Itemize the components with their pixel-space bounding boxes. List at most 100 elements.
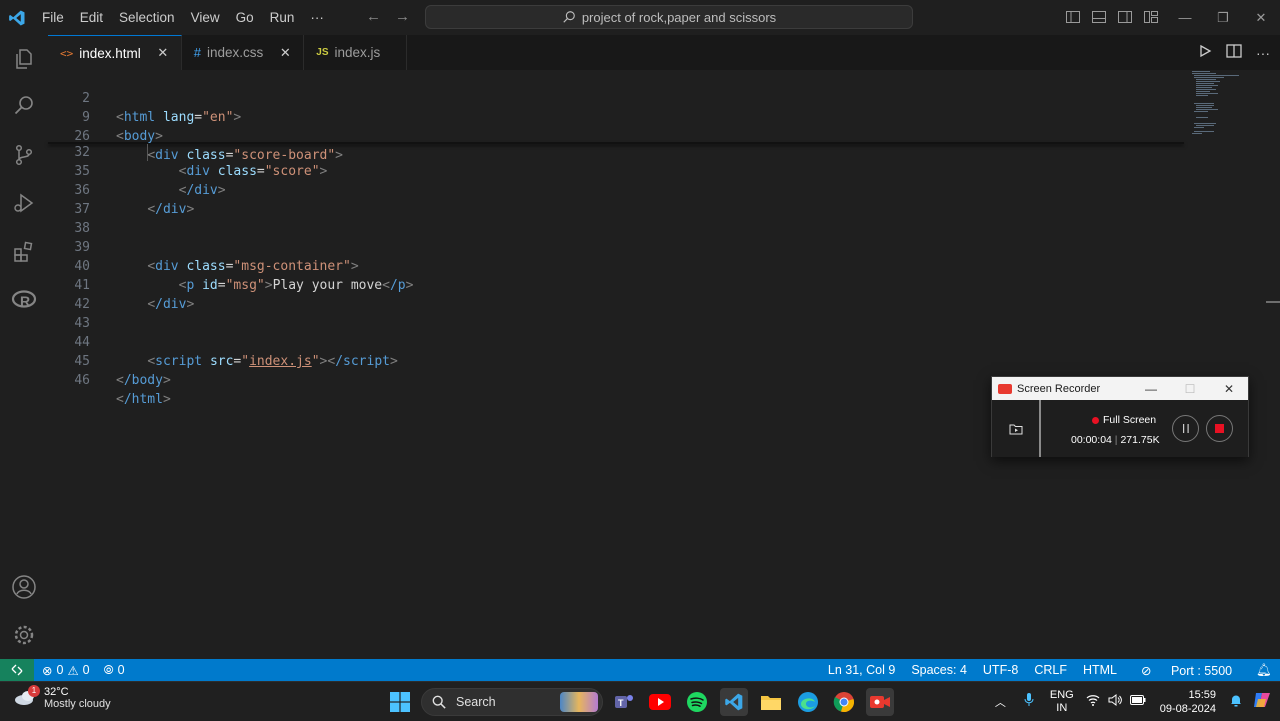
stop-icon bbox=[1215, 424, 1224, 433]
cursor-position[interactable]: Ln 31, Col 9 bbox=[820, 663, 903, 677]
minimap[interactable] bbox=[1190, 70, 1268, 140]
warning-icon: ⚠ bbox=[67, 663, 79, 678]
file-explorer-icon[interactable] bbox=[757, 688, 785, 716]
svg-text:T: T bbox=[618, 698, 624, 708]
close-tab-icon[interactable]: ✕ bbox=[277, 45, 293, 61]
menu-bar: File Edit Selection View Go Run ··· bbox=[34, 0, 332, 35]
chrome-icon[interactable] bbox=[830, 688, 858, 716]
run-debug-icon[interactable] bbox=[0, 179, 48, 227]
tab-index-css[interactable]: # index.css ✕ bbox=[181, 35, 305, 70]
stop-button[interactable] bbox=[1206, 415, 1233, 442]
restore-icon[interactable]: ❐ bbox=[1204, 0, 1242, 35]
tab-index-js[interactable]: JS index.js bbox=[304, 35, 408, 70]
clock[interactable]: 15:59 09-08-2024 bbox=[1154, 688, 1222, 716]
volume-icon[interactable] bbox=[1104, 694, 1126, 709]
code-line: 46 </html> bbox=[48, 352, 1188, 407]
microphone-icon[interactable] bbox=[1016, 693, 1042, 710]
code-line: 41 </div> bbox=[48, 257, 1188, 312]
recorder-title: Screen Recorder bbox=[1017, 382, 1101, 395]
title-bar: File Edit Selection View Go Run ··· ← → … bbox=[0, 0, 1280, 35]
battery-icon[interactable] bbox=[1126, 695, 1154, 708]
code-editor[interactable]: 2 <html lang="en"> 9 <body> 26 <div clas… bbox=[48, 70, 1280, 659]
open-folder-icon[interactable] bbox=[992, 400, 1041, 457]
broadcast-icon: ⦾ bbox=[103, 662, 114, 677]
run-file-icon[interactable] bbox=[1198, 44, 1212, 61]
recorder-minimize-icon[interactable]: — bbox=[1132, 377, 1170, 400]
settings-gear-icon[interactable] bbox=[0, 611, 48, 659]
copilot-icon[interactable] bbox=[1250, 690, 1280, 713]
show-hidden-icons-chevron-icon[interactable]: ︿ bbox=[985, 694, 1016, 710]
code-line: 38 bbox=[48, 200, 1188, 236]
search-view-icon[interactable] bbox=[0, 81, 48, 129]
close-tab-icon[interactable]: ✕ bbox=[155, 45, 171, 61]
recorder-maximize-icon: ☐ bbox=[1184, 381, 1196, 396]
code-line: 37 bbox=[48, 181, 1188, 217]
vscode-taskbar-icon[interactable] bbox=[720, 688, 748, 716]
warning-count: 0 bbox=[82, 663, 90, 677]
account-icon[interactable] bbox=[0, 563, 48, 611]
split-editor-icon[interactable] bbox=[1226, 44, 1242, 61]
menu-view[interactable]: View bbox=[183, 0, 228, 35]
command-center-search[interactable]: project of rock,paper and scissors bbox=[425, 5, 913, 29]
code-text: </html> bbox=[116, 392, 171, 407]
problems-indicator[interactable]: ⊗ 0 ⚠ 0 bbox=[42, 663, 90, 678]
more-actions-icon[interactable]: ··· bbox=[1256, 45, 1270, 61]
windows-start-icon[interactable] bbox=[386, 688, 414, 716]
r-extension-icon[interactable]: R bbox=[0, 276, 48, 324]
extensions-icon[interactable] bbox=[0, 228, 48, 276]
clock-time: 15:59 bbox=[1188, 688, 1216, 701]
live-server-port[interactable]: ⊘ Port : 5500 bbox=[1125, 663, 1248, 678]
edge-icon[interactable] bbox=[794, 688, 822, 716]
layout-controls bbox=[1064, 8, 1160, 26]
search-icon bbox=[563, 11, 575, 23]
indentation[interactable]: Spaces: 4 bbox=[903, 663, 975, 677]
weather-widget[interactable]: 1 32°C Mostly cloudy bbox=[14, 685, 111, 710]
tab-index-html[interactable]: <> index.html ✕ bbox=[48, 35, 182, 70]
menu-run[interactable]: Run bbox=[262, 0, 303, 35]
source-control-icon[interactable] bbox=[0, 131, 48, 179]
pause-icon bbox=[1182, 424, 1189, 433]
spotify-icon[interactable] bbox=[683, 688, 711, 716]
recorder-close-icon[interactable]: ✕ bbox=[1210, 377, 1248, 400]
minimize-icon[interactable]: — bbox=[1166, 0, 1204, 35]
toggle-secondary-sidebar-icon[interactable] bbox=[1116, 8, 1134, 26]
youtube-icon[interactable] bbox=[646, 688, 674, 716]
menu-edit[interactable]: Edit bbox=[72, 0, 111, 35]
menu-selection[interactable]: Selection bbox=[111, 0, 183, 35]
tab-label: index.css bbox=[207, 45, 264, 60]
scrollbar-marker[interactable] bbox=[1266, 301, 1280, 303]
back-arrow-icon[interactable]: ← bbox=[366, 8, 381, 25]
remote-indicator-icon[interactable] bbox=[0, 659, 34, 681]
customize-layout-icon[interactable] bbox=[1142, 8, 1160, 26]
recording-mode: Full Screen bbox=[1092, 414, 1156, 426]
search-highlight-icon bbox=[560, 692, 598, 712]
menu-file[interactable]: File bbox=[34, 0, 72, 35]
status-bar: ⊗ 0 ⚠ 0 ⦾ 0 Ln 31, Col 9 Spaces: 4 UTF-8… bbox=[0, 659, 1280, 681]
explorer-icon[interactable] bbox=[0, 35, 48, 83]
teams-icon[interactable]: T bbox=[610, 688, 638, 716]
line-ending[interactable]: CRLF bbox=[1026, 663, 1075, 677]
menu-go[interactable]: Go bbox=[228, 0, 262, 35]
encoding[interactable]: UTF-8 bbox=[975, 663, 1026, 677]
code-text: </body> bbox=[116, 373, 171, 388]
vscode-logo-icon[interactable] bbox=[0, 0, 34, 35]
forward-arrow-icon[interactable]: → bbox=[395, 8, 410, 25]
js-file-icon: JS bbox=[316, 47, 329, 58]
toggle-panel-icon[interactable] bbox=[1090, 8, 1108, 26]
taskbar-search[interactable]: Search bbox=[421, 688, 603, 716]
toggle-primary-sidebar-icon[interactable] bbox=[1064, 8, 1082, 26]
notifications-bell-icon[interactable]: 🔔︎ bbox=[1248, 663, 1280, 678]
language-indicator[interactable]: ENG IN bbox=[1042, 689, 1082, 715]
system-tray: ︿ ENG IN 15:59 09-08-2024 bbox=[985, 682, 1280, 721]
screen-recorder-taskbar-icon[interactable] bbox=[866, 688, 894, 716]
wifi-icon[interactable] bbox=[1082, 694, 1104, 709]
menu-more[interactable]: ··· bbox=[302, 0, 332, 35]
recording-mode-label: Full Screen bbox=[1103, 414, 1157, 426]
language-mode[interactable]: HTML bbox=[1075, 663, 1125, 677]
ports-indicator[interactable]: ⦾ 0 bbox=[104, 663, 125, 678]
close-window-icon[interactable]: ✕ bbox=[1242, 0, 1280, 35]
pause-button[interactable] bbox=[1172, 415, 1199, 442]
code-line: 9 <body> bbox=[48, 89, 1188, 144]
notification-bell-icon[interactable] bbox=[1222, 694, 1250, 710]
window-controls: — ❐ ✕ bbox=[1166, 0, 1280, 35]
